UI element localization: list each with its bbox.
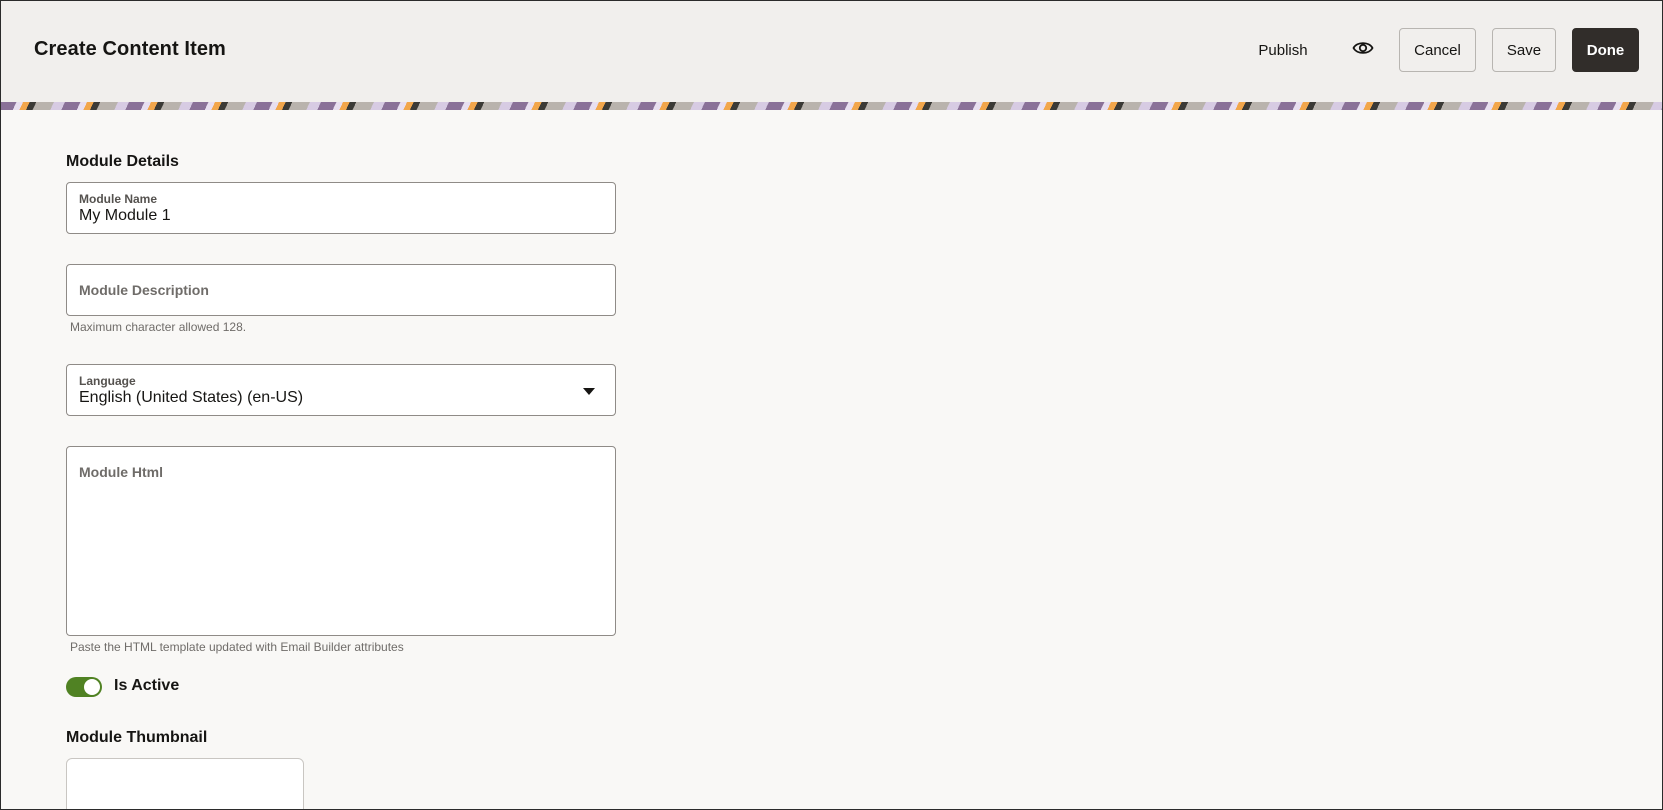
module-html-field[interactable]: Module Html <box>66 446 616 636</box>
module-details-heading: Module Details <box>66 153 179 170</box>
is-active-toggle[interactable] <box>66 677 102 697</box>
preview-button[interactable] <box>1341 28 1385 72</box>
toggle-knob <box>84 679 100 695</box>
page-title: Create Content Item <box>34 38 226 60</box>
language-select[interactable]: Language English (United States) (en-US) <box>66 364 616 416</box>
module-description-helper: Maximum character allowed 128. <box>70 320 247 334</box>
decorative-banner <box>1 102 1662 110</box>
chevron-down-icon <box>583 388 595 395</box>
language-value: English (United States) (en-US) <box>79 389 304 406</box>
module-description-label: Module Description <box>79 282 209 298</box>
module-html-label: Module Html <box>79 464 163 480</box>
save-button[interactable]: Save <box>1492 28 1556 72</box>
eye-icon <box>1352 40 1374 61</box>
page-header: Create Content Item Publish Cancel Save … <box>1 1 1662 102</box>
app-window: Create Content Item Publish Cancel Save … <box>0 0 1663 810</box>
module-name-field[interactable]: Module Name My Module 1 <box>66 182 616 234</box>
is-active-label: Is Active <box>114 677 180 694</box>
thumbnail-dropzone[interactable] <box>66 758 304 809</box>
publish-button[interactable]: Publish <box>1245 28 1321 72</box>
module-name-label: Module Name <box>79 192 158 206</box>
module-thumbnail-heading: Module Thumbnail <box>66 729 208 746</box>
done-button[interactable]: Done <box>1572 28 1639 72</box>
module-description-field[interactable]: Module Description <box>66 264 616 316</box>
language-label: Language <box>79 374 136 388</box>
module-html-helper: Paste the HTML template updated with Ema… <box>70 640 404 654</box>
cancel-button[interactable]: Cancel <box>1399 28 1476 72</box>
module-name-value: My Module 1 <box>79 207 171 224</box>
